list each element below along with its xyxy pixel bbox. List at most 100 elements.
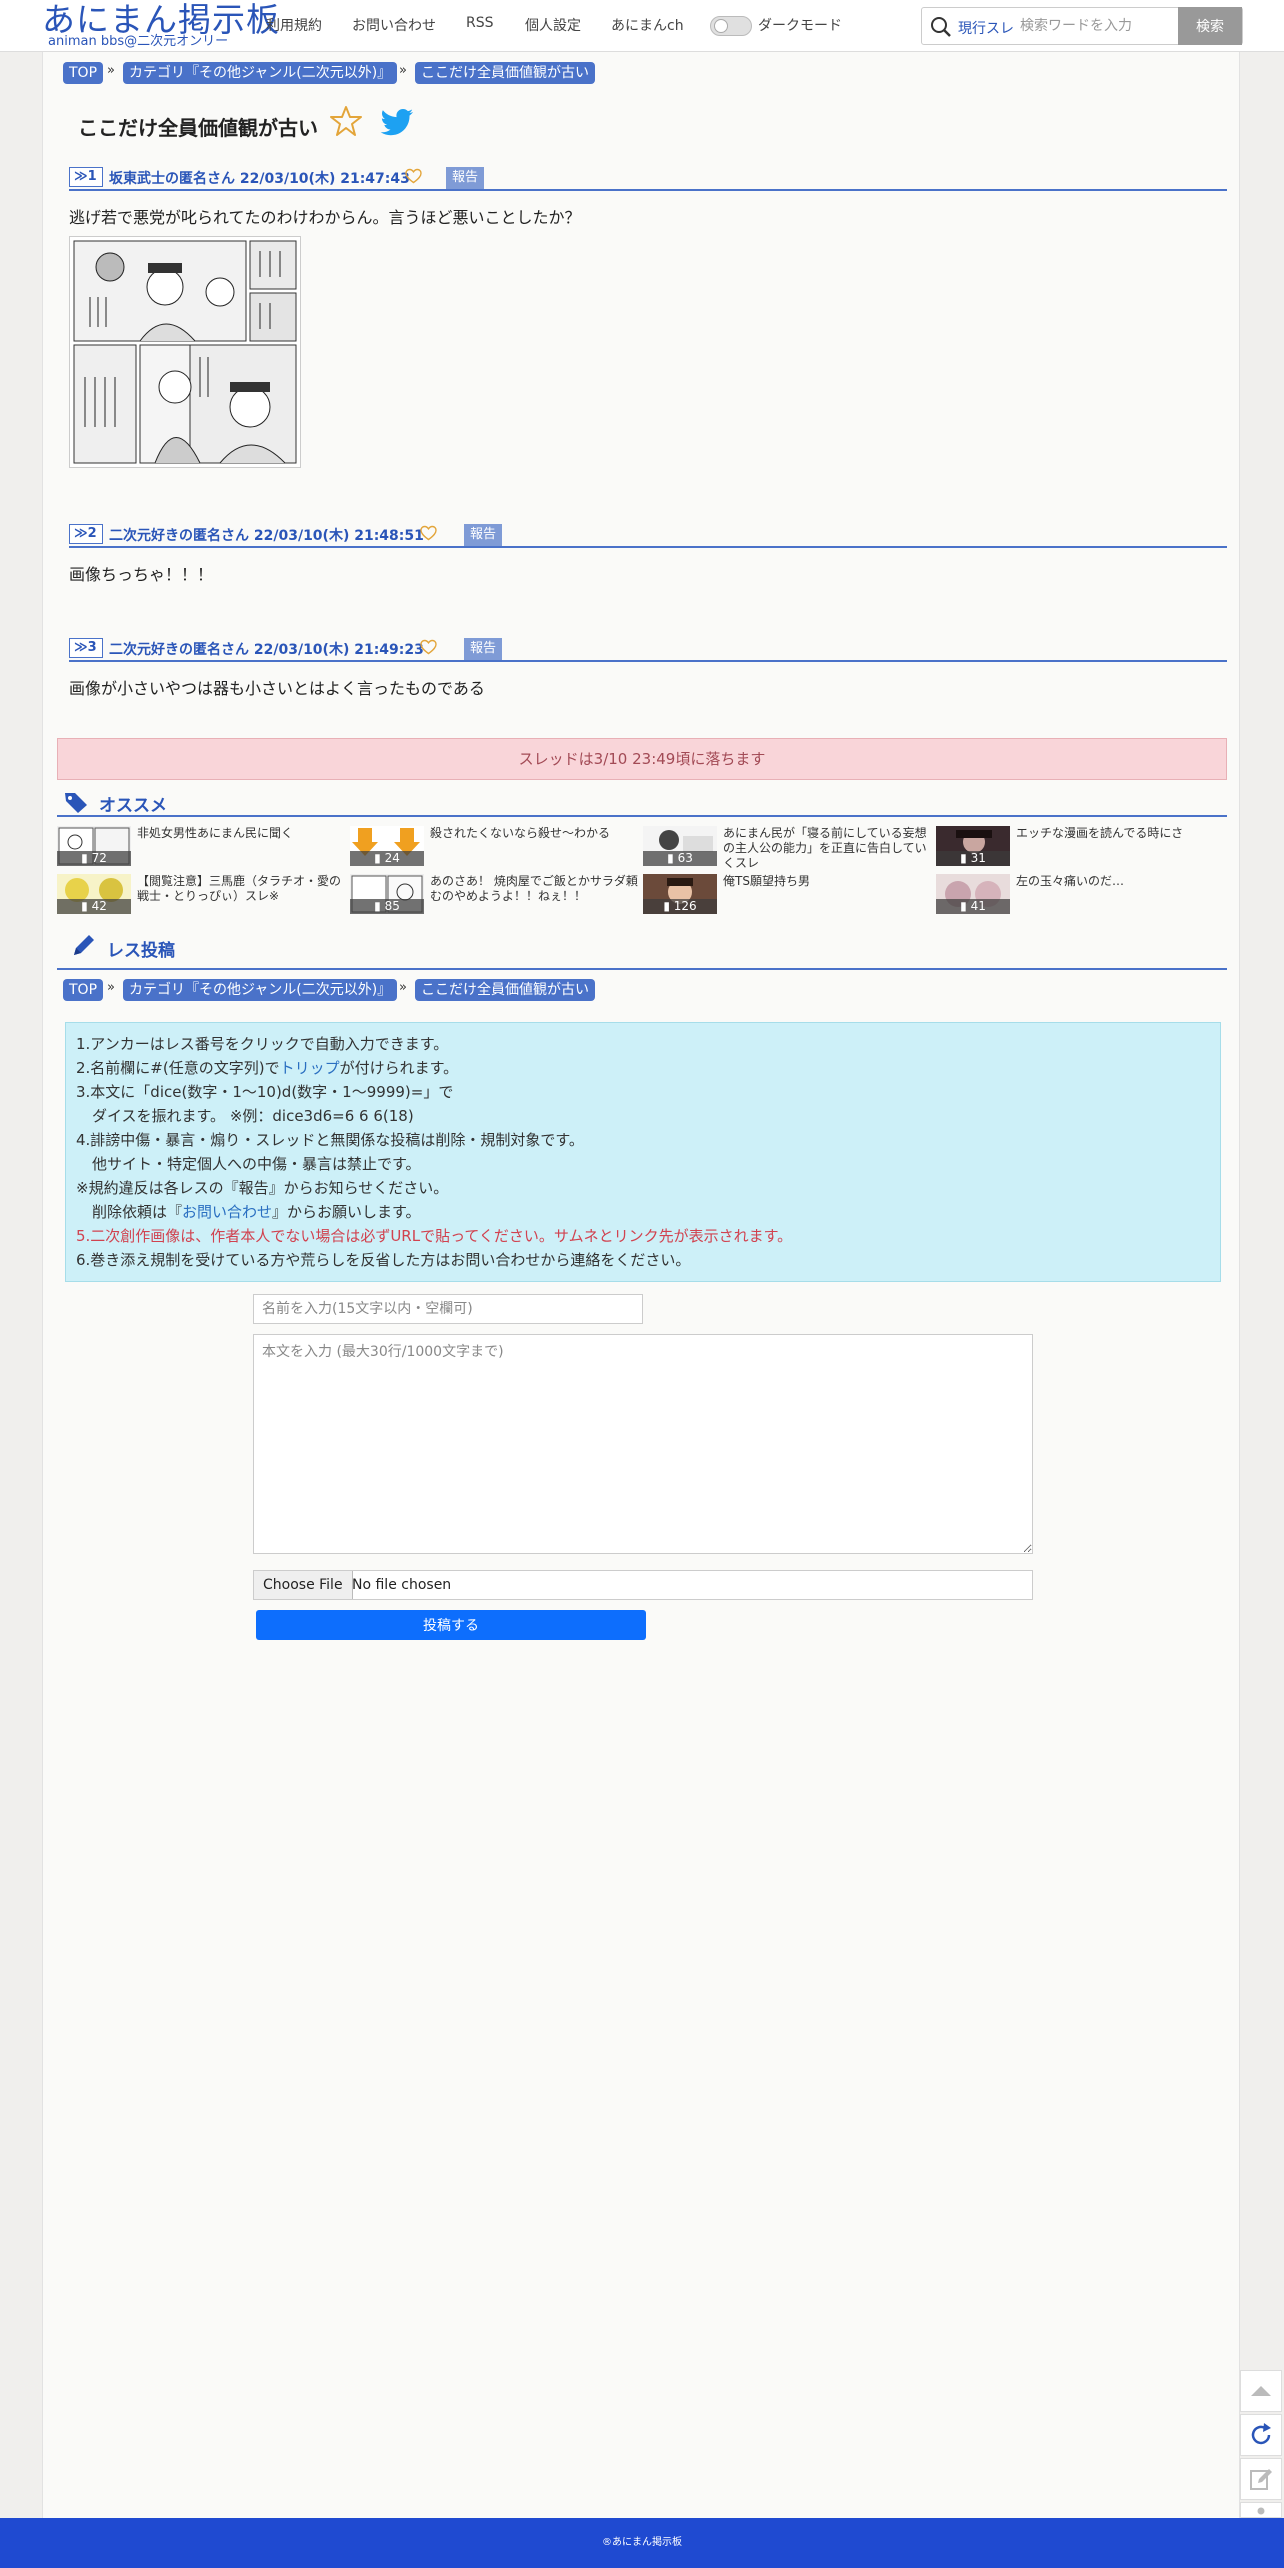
- body-textarea[interactable]: [253, 1334, 1033, 1554]
- report-button[interactable]: 報告: [464, 638, 503, 660]
- heart-icon[interactable]: [405, 168, 422, 184]
- site-logo[interactable]: あにまん掲示板 animan bbs@二次元オンリー: [42, 0, 279, 52]
- search-scope-select[interactable]: 現行スレ: [958, 18, 1014, 38]
- recommend-item[interactable]: ▮ 24 殺されたくないなら殺せ～わかる: [350, 824, 640, 868]
- recommend-item-title: 殺されたくないなら殺せ～わかる: [430, 826, 611, 840]
- recommend-item[interactable]: ▮ 72 非処女男性あにまん民に聞く: [57, 824, 347, 868]
- section-divider: [57, 968, 1227, 970]
- dark-mode-switch[interactable]: ダークモード: [710, 14, 850, 36]
- comment-count: ▮ 72: [57, 851, 131, 866]
- post-image-thumbnail[interactable]: [69, 236, 301, 468]
- post-body: 画像が小さいやつは器も小さいとはよく言ったものである: [69, 679, 485, 698]
- manga-panel-image: [70, 237, 300, 467]
- post-header: ≫1 坂東武士の匿名さん 22/03/10(木) 21:47:43 報告: [69, 163, 1227, 191]
- post-body: 逃げ若で悪党が叱られてたのわけわからん。言うほど悪いことしたか？: [69, 208, 581, 227]
- rule-line: 4.誹謗中傷・暴言・煽り・スレッドと無関係な投稿は削除・規制対象です。: [76, 1131, 584, 1149]
- recommend-item[interactable]: ▮ 85 あのさあ！ 焼肉屋でご飯とかサラダ頼むのやめようよ！！ねぇ！！: [350, 872, 640, 916]
- comment-count-value: 42: [91, 899, 107, 913]
- comment-count: ▮ 63: [643, 851, 717, 866]
- pen-icon: [74, 935, 94, 955]
- site-footer: ®あにまん掲示板: [0, 2518, 1284, 2568]
- recommend-item-title: 【閲覧注意】三馬鹿（タラチオ・愛の戦士・とりっぴぃ）スレ※: [137, 874, 342, 903]
- heart-icon[interactable]: [420, 639, 437, 655]
- recommend-item-title: エッチな漫画を読んでる時にさ: [1016, 826, 1184, 840]
- name-input[interactable]: [253, 1294, 643, 1324]
- edit-icon: [1250, 2469, 1272, 2490]
- settings-button[interactable]: [1240, 2502, 1282, 2518]
- nav-animanch[interactable]: あにまんch: [611, 15, 684, 35]
- breadcrumb-category[interactable]: カテゴリ『その他ジャンル(二次元以外)』: [123, 979, 398, 1001]
- post-header: ≫2 二次元好きの匿名さん 22/03/10(木) 21:48:51 報告: [69, 520, 1227, 548]
- comment-count: ▮ 85: [350, 899, 424, 914]
- nav-rss[interactable]: RSS: [466, 15, 494, 31]
- breadcrumb-current[interactable]: ここだけ全員価値観が古い: [415, 62, 595, 84]
- recommend-thumbnail: ▮ 41: [936, 874, 1010, 914]
- rule-text: 2.名前欄に#(任意の文字列)で: [76, 1059, 280, 1077]
- rule-line: 1.アンカーはレス番号をクリックで自動入力できます。: [76, 1035, 449, 1053]
- dark-mode-toggle[interactable]: [710, 16, 752, 36]
- post-name-date: 二次元好きの匿名さん 22/03/10(木) 21:48:51: [109, 528, 424, 544]
- caret-up-icon: [1251, 2386, 1271, 2396]
- toggle-knob: [714, 19, 728, 33]
- search-box: 現行スレ 検索: [921, 7, 1243, 45]
- recommend-thumbnail: ▮ 24: [350, 826, 424, 866]
- nav-settings[interactable]: 個人設定: [525, 15, 581, 35]
- recommend-title: オススメ: [99, 796, 167, 816]
- reload-icon: [1251, 2423, 1271, 2445]
- choose-file-button[interactable]: Choose File: [254, 1571, 353, 1599]
- heart-icon[interactable]: [420, 525, 437, 541]
- contact-link[interactable]: お問い合わせ: [182, 1203, 272, 1221]
- rule-line: 3.本文に「dice(数字・1～10)d(数字・1～9999)=」で: [76, 1083, 454, 1101]
- rule-line: 6.巻き添え規制を受けている方や荒らしを反省した方はお問い合わせから連絡をくださ…: [76, 1251, 691, 1269]
- recommend-item-title: あのさあ！ 焼肉屋でご飯とかサラダ頼むのやめようよ！！ねぇ！！: [430, 874, 638, 903]
- compose-button[interactable]: [1240, 2458, 1282, 2500]
- breadcrumb-home[interactable]: TOP: [63, 62, 104, 84]
- report-button[interactable]: 報告: [446, 167, 485, 189]
- comment-count-value: 85: [384, 899, 400, 913]
- scroll-top-button[interactable]: [1240, 2370, 1282, 2412]
- breadcrumb-separator: »: [107, 980, 115, 995]
- breadcrumb-separator: »: [399, 63, 407, 78]
- comment-count-value: 126: [673, 899, 697, 913]
- comment-count-value: 24: [384, 851, 400, 865]
- reload-button[interactable]: [1240, 2414, 1282, 2456]
- submit-post-button[interactable]: 投稿する: [256, 1610, 646, 1640]
- breadcrumb-category[interactable]: カテゴリ『その他ジャンル(二次元以外)』: [123, 62, 398, 84]
- recommend-thumbnail: ▮ 126: [643, 874, 717, 914]
- recommend-item[interactable]: ▮ 42 【閲覧注意】三馬鹿（タラチオ・愛の戦士・とりっぴぃ）スレ※: [57, 872, 347, 916]
- recommend-item[interactable]: ▮ 31 エッチな漫画を読んでる時にさ: [936, 824, 1226, 868]
- twitter-share-icon[interactable]: [379, 108, 415, 138]
- report-button[interactable]: 報告: [464, 524, 503, 546]
- recommend-item-title: 左の玉々痛いのだ…: [1016, 874, 1125, 888]
- recommend-thumbnail: ▮ 63: [643, 826, 717, 866]
- post-number[interactable]: ≫3: [69, 638, 103, 658]
- search-button[interactable]: 検索: [1178, 7, 1242, 45]
- rule-text: 』からお願いします。: [272, 1203, 421, 1221]
- post-number[interactable]: ≫2: [69, 524, 103, 544]
- rule-line: 削除依頼は『お問い合わせ』からお願いします。: [92, 1201, 421, 1222]
- recommend-item[interactable]: ▮ 63 あにまん民が「寝る前にしている妄想の主人公の能力」を正直に告白していく…: [643, 824, 933, 870]
- breadcrumb-separator: »: [107, 63, 115, 78]
- main-content: TOP » カテゴリ『その他ジャンル(二次元以外)』 » ここだけ全員価値観が古…: [42, 52, 1240, 2518]
- breadcrumb-current[interactable]: ここだけ全員価値観が古い: [415, 979, 595, 1001]
- rule-line: 2.名前欄に#(任意の文字列)でトリップが付けられます。: [76, 1057, 458, 1078]
- breadcrumb-home[interactable]: TOP: [63, 979, 104, 1001]
- nav-terms[interactable]: 利用規約: [266, 15, 322, 35]
- post-name-date: 二次元好きの匿名さん 22/03/10(木) 21:49:23: [109, 642, 424, 658]
- comment-count: ▮ 31: [936, 851, 1010, 866]
- rule-line: ダイスを振れます。 ※例：dice3d6=6 6 6(18): [92, 1107, 414, 1125]
- gear-icon: [1257, 2507, 1265, 2515]
- recommend-item[interactable]: ▮ 126 俺TS願望持ち男: [643, 872, 933, 916]
- post-number[interactable]: ≫1: [69, 167, 103, 187]
- recommend-item[interactable]: ▮ 41 左の玉々痛いのだ…: [936, 872, 1226, 916]
- search-input[interactable]: [1018, 12, 1168, 40]
- breadcrumb-separator: »: [399, 980, 407, 995]
- tag-icon: [65, 793, 87, 813]
- image-file-input[interactable]: Choose File No file chosen: [253, 1570, 1033, 1600]
- nav-contact[interactable]: お問い合わせ: [352, 15, 436, 35]
- favorite-star-icon[interactable]: [329, 104, 363, 138]
- rule-text: 削除依頼は『: [92, 1203, 183, 1221]
- trip-link[interactable]: トリップ: [280, 1059, 340, 1077]
- recommend-thumbnail: ▮ 42: [57, 874, 131, 914]
- post-name-date: 坂東武士の匿名さん 22/03/10(木) 21:47:43: [109, 171, 410, 187]
